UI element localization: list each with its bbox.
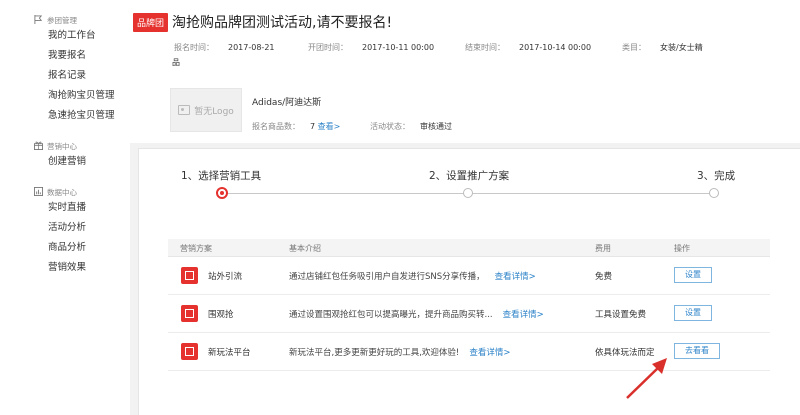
- table-row: 站外引流 通过店铺红包任务吸引用户自发进行SNS分享传播， 查看详情> 免费 设置: [168, 257, 770, 295]
- settings-button[interactable]: 设置: [674, 267, 712, 283]
- sidebar-item-flash-items[interactable]: 急速抢宝贝管理: [0, 106, 130, 126]
- table-row: 新玩法平台 新玩法平台,更多更新更好玩的工具,欢迎体验! 查看详情> 依具体玩法而…: [168, 333, 770, 371]
- col-op: 操作: [674, 244, 690, 253]
- money-bag-icon: [181, 267, 198, 284]
- sidebar-group-data: 数据中心 实时直播 活动分析 商品分析 营销效果: [0, 186, 130, 278]
- step-1-dot: [216, 187, 228, 199]
- sidebar-item-taoqianggou-items[interactable]: 淘抢购宝贝管理: [0, 86, 130, 106]
- flag-icon: [34, 15, 43, 24]
- table-row: 围观抢 通过设置围观抢红包可以提高曝光，提升商品购买转... 查看详情> 工具设置…: [168, 295, 770, 333]
- sidebar-item-create-marketing[interactable]: 创建营销: [0, 152, 130, 172]
- plan-fee: 依具体玩法而定: [595, 348, 655, 358]
- view-details-link[interactable]: 查看详情>: [503, 310, 544, 320]
- marketing-tools-table: 营销方案 基本介绍 费用 操作 站外引流 通过店铺红包任务吸引用户自发进行SNS…: [168, 239, 770, 371]
- platform-icon: [181, 343, 198, 360]
- sidebar: 参团管理 我的工作台 我要报名 报名记录 淘抢购宝贝管理 急速抢宝贝管理 营销中…: [0, 0, 130, 415]
- settings-button[interactable]: 设置: [674, 305, 712, 321]
- red-packet-icon: [181, 305, 198, 322]
- view-details-link[interactable]: 查看详情>: [469, 348, 510, 358]
- sidebar-group-participation: 参团管理 我的工作台 我要报名 报名记录 淘抢购宝贝管理 急速抢宝贝管理: [0, 14, 130, 126]
- brand-logo-placeholder: 暂无Logo: [170, 88, 242, 132]
- activity-header: 品牌团 淘抢购品牌团测试活动,请不要报名! 报名时间： 2017-08-21 开团…: [130, 0, 800, 143]
- sidebar-group-header: 参团管理: [0, 14, 130, 26]
- category: 类目： 女装/女士精: [622, 43, 703, 52]
- plan-name: 新玩法平台: [208, 348, 251, 358]
- end-time: 结束时间： 2017-10-14 00:00: [465, 43, 592, 52]
- plan-fee: 免费: [595, 272, 613, 282]
- sidebar-item-marketing-effect[interactable]: 营销效果: [0, 258, 130, 278]
- col-plan: 营销方案: [180, 244, 212, 253]
- brand-name: Adidas/阿迪达斯: [252, 98, 322, 108]
- col-fee: 费用: [595, 244, 611, 253]
- signup-time: 报名时间： 2017-08-21: [174, 43, 275, 52]
- brand-group-tag: 品牌团: [133, 13, 169, 32]
- category-wrap: 品: [172, 58, 180, 67]
- chart-icon: [34, 187, 43, 196]
- plan-desc: 新玩法平台,更多更新更好玩的工具,欢迎体验! 查看详情>: [289, 348, 511, 358]
- sidebar-item-activity-analysis[interactable]: 活动分析: [0, 218, 130, 238]
- sidebar-group-marketing: 营销中心 创建营销: [0, 140, 130, 172]
- sidebar-item-live[interactable]: 实时直播: [0, 198, 130, 218]
- step-3-label: 3、完成: [697, 170, 736, 182]
- sidebar-item-workbench[interactable]: 我的工作台: [0, 26, 130, 46]
- sidebar-group-header: 营销中心: [0, 140, 130, 152]
- step-2-dot: [463, 188, 473, 198]
- col-intro: 基本介绍: [289, 244, 321, 253]
- step-1-label: 1、选择营销工具: [181, 170, 262, 182]
- go-see-button[interactable]: 去看看: [674, 343, 720, 359]
- plan-name: 站外引流: [208, 272, 243, 282]
- divider: [130, 143, 138, 415]
- start-time: 开团时间： 2017-10-11 00:00: [308, 43, 435, 52]
- sidebar-item-product-analysis[interactable]: 商品分析: [0, 238, 130, 258]
- view-signup-link[interactable]: 查看>: [318, 122, 341, 131]
- plan-name: 围观抢: [208, 310, 234, 320]
- step-3-dot: [709, 188, 719, 198]
- sidebar-item-signup[interactable]: 我要报名: [0, 46, 130, 66]
- image-icon: [178, 105, 191, 115]
- view-details-link[interactable]: 查看详情>: [495, 272, 536, 282]
- gift-icon: [34, 141, 43, 150]
- sidebar-item-signup-records[interactable]: 报名记录: [0, 66, 130, 86]
- activity-title: 淘抢购品牌团测试活动,请不要报名!: [172, 15, 393, 31]
- plan-fee: 工具设置免费: [595, 310, 647, 320]
- signup-count: 报名商品数： 7 查看>: [252, 122, 341, 131]
- table-header: 营销方案 基本介绍 费用 操作: [168, 239, 770, 257]
- plan-desc: 通过店铺红包任务吸引用户自发进行SNS分享传播， 查看详情>: [289, 272, 536, 282]
- sidebar-group-header: 数据中心: [0, 186, 130, 198]
- plan-desc: 通过设置围观抢红包可以提高曝光，提升商品购买转... 查看详情>: [289, 310, 544, 320]
- activity-status: 活动状态： 审核通过: [370, 122, 452, 131]
- step-2-label: 2、设置推广方案: [429, 170, 510, 182]
